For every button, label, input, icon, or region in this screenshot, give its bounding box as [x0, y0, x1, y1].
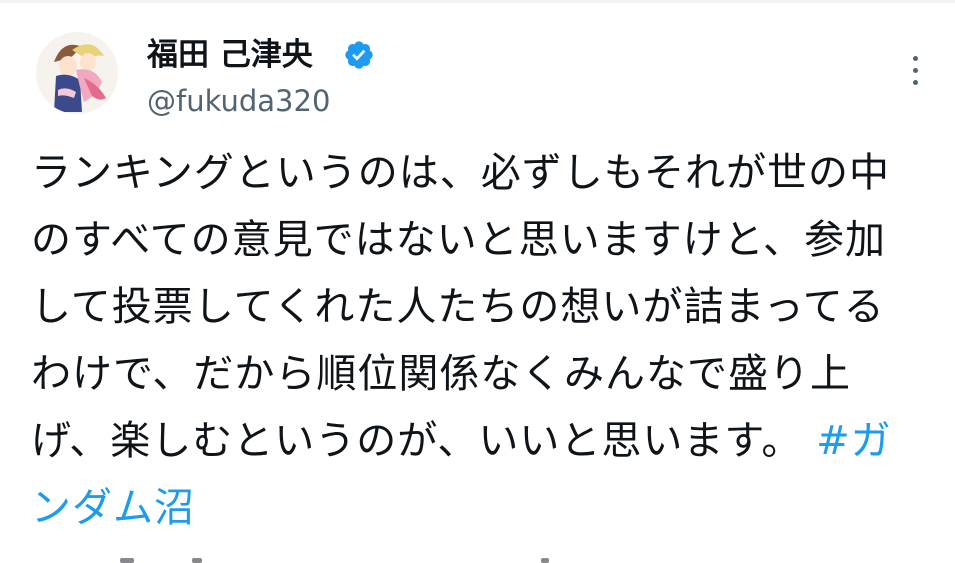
author-display-name[interactable]: 福田 己津央: [147, 35, 313, 75]
tweet-line-last: げ、楽しむというのが、いいと思います。 #ガ: [31, 408, 931, 475]
avatar[interactable]: [36, 32, 118, 114]
tweet-line: わけで、だから順位関係なくみんなで盛り上: [31, 351, 851, 397]
cropped-glyph: [120, 558, 134, 563]
cropped-glyph: [541, 558, 549, 563]
more-dot: [912, 67, 918, 73]
more-dot: [912, 55, 918, 61]
tweet-line: ランキングというのは、必ずしもそれが世の中: [31, 150, 890, 196]
cropped-glyph: [192, 558, 202, 563]
tweet-text: ランキングというのは、必ずしもそれが世の中 のすべての意見ではないと思いますけと…: [31, 140, 931, 542]
author-handle[interactable]: @fukuda320: [147, 82, 330, 120]
top-divider: [0, 0, 955, 3]
tweet-line: して投票してくれた人たちの想いが詰まってる: [31, 284, 885, 330]
hashtag-link-part2[interactable]: ンダム沼: [31, 475, 931, 542]
tweet-line-text: げ、楽しむというのが、いいと思います。: [31, 418, 803, 464]
hashtag-link-part1[interactable]: #ガ: [816, 418, 892, 464]
avatar-illustration: [36, 32, 118, 114]
cropped-metadata-row: [0, 555, 955, 563]
more-options-icon[interactable]: [898, 50, 932, 90]
verified-badge-icon: [345, 41, 373, 69]
more-dot: [912, 79, 918, 85]
tweet-line: のすべての意見ではないと思いますけと、参加: [31, 217, 886, 263]
